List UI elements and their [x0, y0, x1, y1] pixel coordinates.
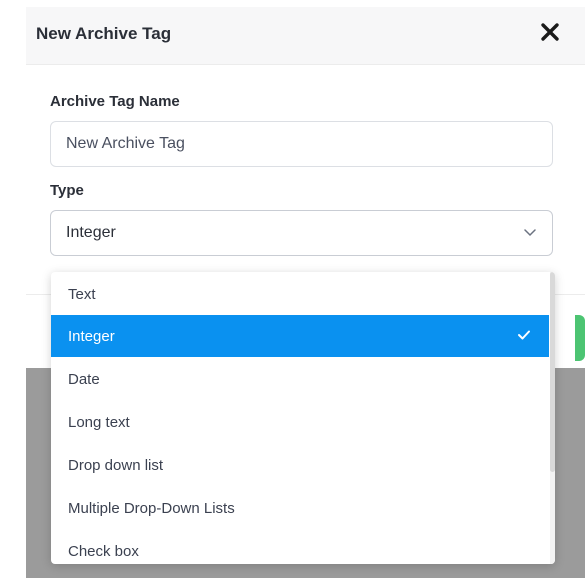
archive-tag-name-input[interactable]: New Archive Tag [50, 121, 553, 167]
option-label: Multiple Drop-Down Lists [68, 500, 235, 517]
save-button[interactable] [575, 315, 585, 361]
close-icon [541, 23, 559, 41]
dropdown-option-text[interactable]: Text [51, 273, 549, 315]
archive-tag-name-value: New Archive Tag [66, 135, 185, 152]
dropdown-option-check-box[interactable]: Check box [51, 530, 549, 564]
option-label: Text [68, 286, 96, 303]
type-select-value: Integer [66, 224, 116, 241]
scrollbar-thumb[interactable] [550, 272, 555, 472]
checkmark-icon [518, 330, 530, 340]
dropdown-option-multiple-drop-down-lists[interactable]: Multiple Drop-Down Lists [51, 487, 549, 529]
dropdown-option-long-text[interactable]: Long text [51, 401, 549, 443]
dropdown-option-date[interactable]: Date [51, 358, 549, 400]
option-label: Check box [68, 543, 139, 560]
dropdown-scrollbar[interactable] [550, 272, 555, 564]
type-dropdown-menu: Text Integer Date Long text Drop down li… [51, 272, 555, 564]
type-select[interactable]: Integer [50, 210, 553, 256]
dialog-title: New Archive Tag [36, 24, 172, 43]
option-label: Drop down list [68, 457, 164, 474]
type-label: Type [50, 182, 84, 199]
archive-tag-name-label: Archive Tag Name [50, 93, 180, 110]
dropdown-option-drop-down-list[interactable]: Drop down list [51, 444, 549, 486]
dialog-header: New Archive Tag [26, 7, 585, 65]
dropdown-option-integer[interactable]: Integer [51, 315, 549, 357]
close-button[interactable] [539, 21, 561, 43]
option-label: Long text [68, 414, 130, 431]
option-label: Integer [68, 328, 115, 345]
chevron-down-icon [524, 229, 536, 237]
option-label: Date [68, 371, 100, 388]
